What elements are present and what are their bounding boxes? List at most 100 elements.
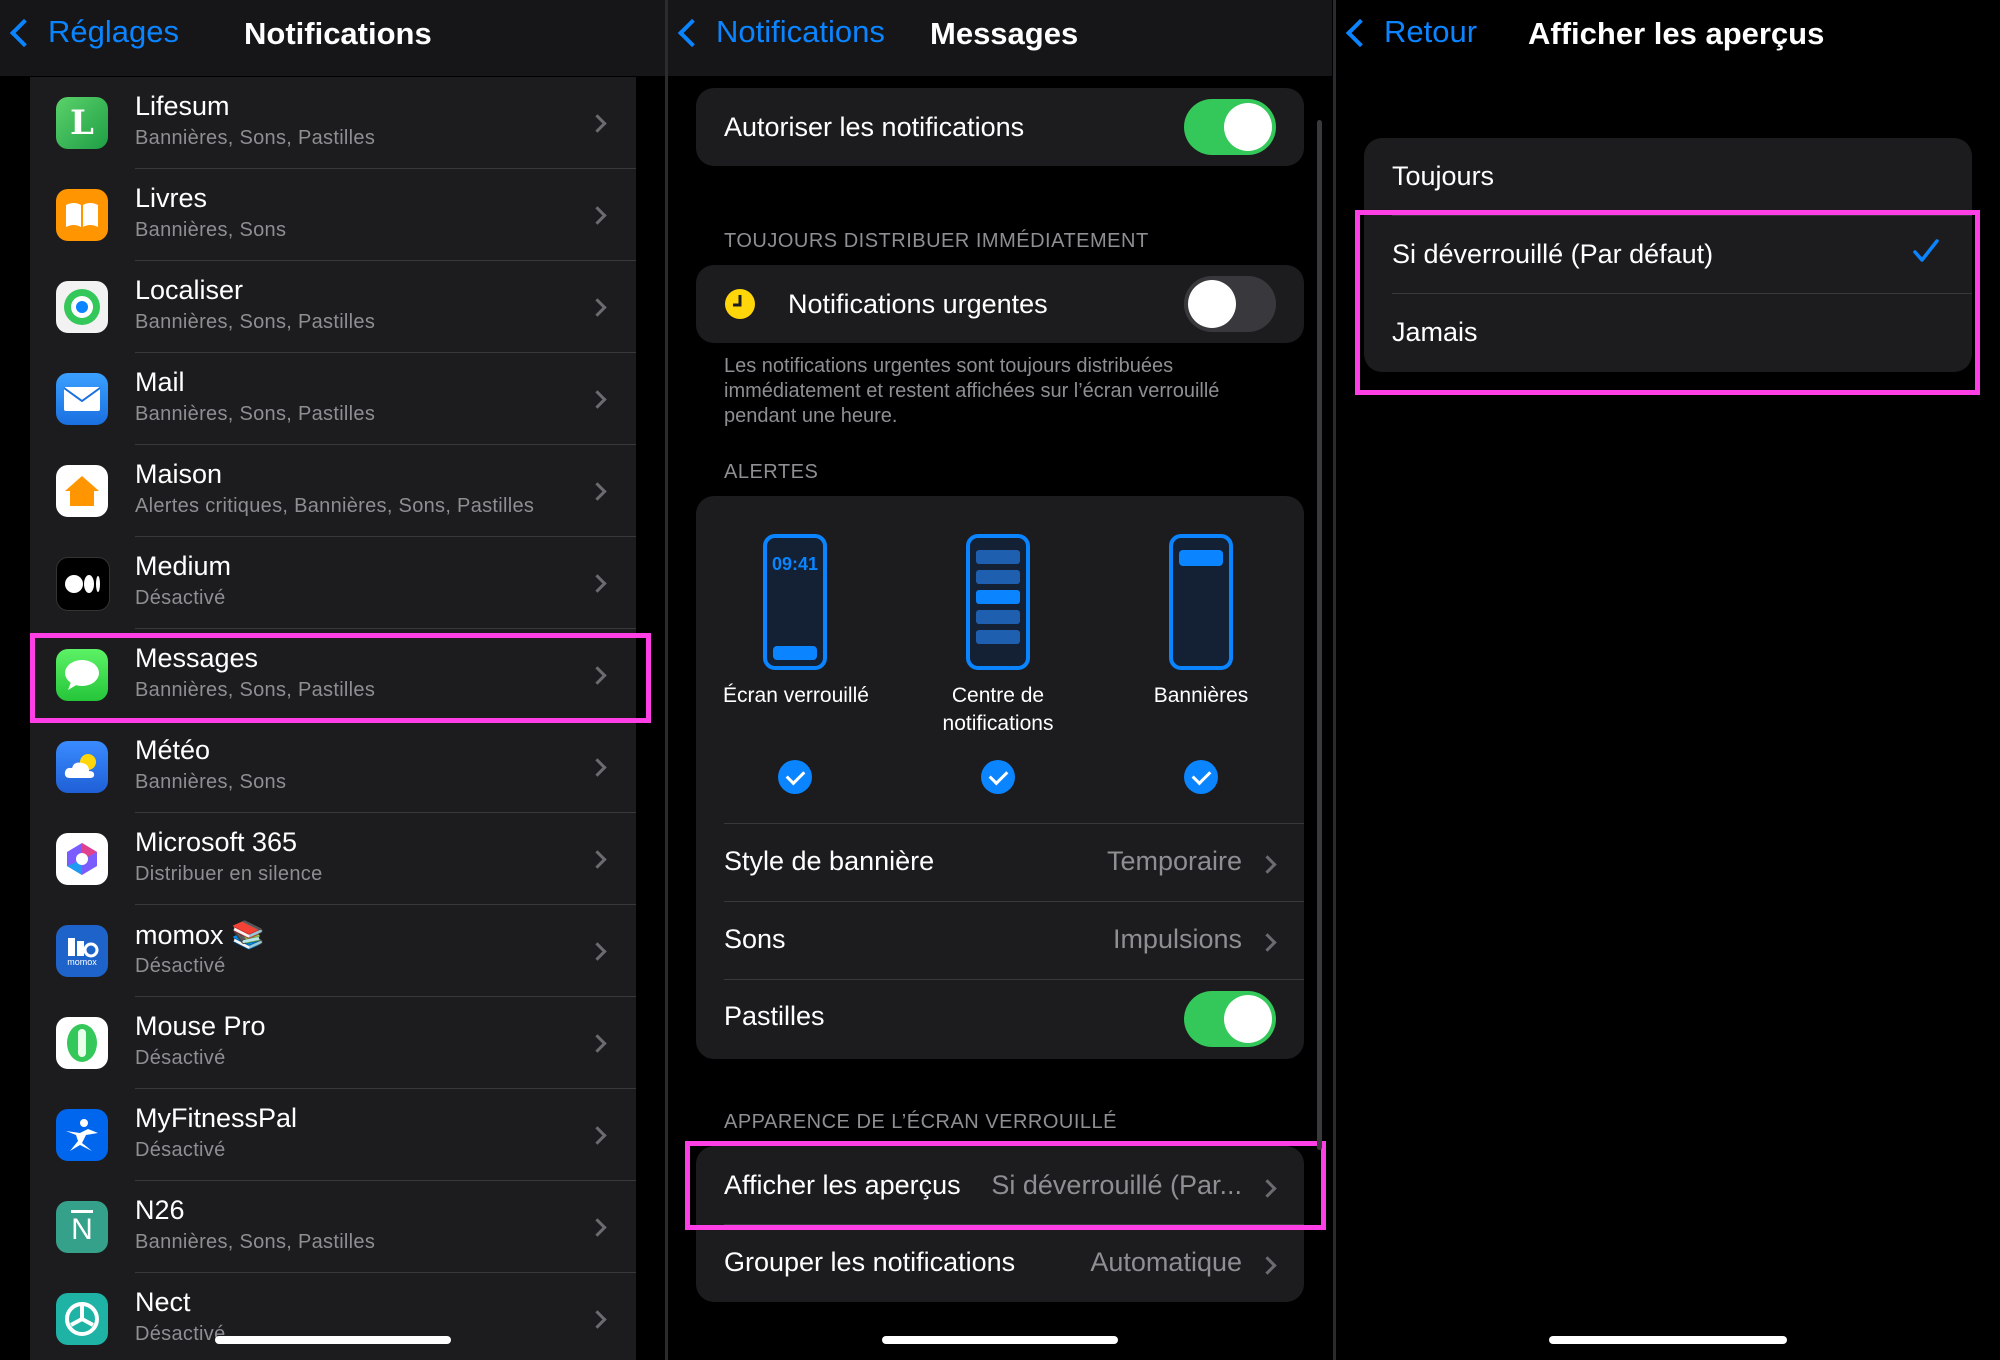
app-detail: Bannières, Sons — [135, 771, 287, 793]
app-detail: Distribuer en silence — [135, 863, 323, 885]
app-name: Localiser — [135, 275, 244, 305]
alert-label-banners: Bannières — [1153, 684, 1249, 707]
list-item-myfitnesspal[interactable]: MyFitnessPal Désactivé — [30, 1089, 636, 1181]
banner-style-row[interactable]: Style de bannière Temporaire — [696, 824, 1304, 901]
list-item-mouse-pro[interactable]: Mouse Pro Désactivé — [30, 997, 636, 1089]
app-detail: Désactivé — [135, 1047, 226, 1069]
allow-notifications-label: Autoriser les notifications — [724, 112, 1025, 142]
chevron-right-icon — [588, 390, 607, 409]
messages-settings-panel: Notifications Messages Autoriser les not… — [668, 0, 1332, 1360]
app-name: Nect — [135, 1287, 191, 1317]
app-name: Mail — [135, 367, 185, 397]
list-item-localiser[interactable]: Localiser Bannières, Sons, Pastilles — [30, 261, 636, 353]
chevron-right-icon — [588, 1034, 607, 1053]
app-detail: Désactivé — [135, 1323, 226, 1345]
banners-checkbox[interactable] — [1184, 760, 1218, 794]
back-label: Réglages — [48, 14, 179, 49]
section-header-lockscreen: APPARENCE DE L’ÉCRAN VERROUILLÉ — [724, 1111, 1118, 1133]
momox-icon: momox — [56, 925, 108, 977]
nect-icon — [56, 1293, 108, 1345]
chevron-right-icon — [588, 574, 607, 593]
urgent-notifications-label: Notifications urgentes — [788, 289, 1048, 319]
banners-phone-icon[interactable] — [1169, 534, 1233, 670]
back-button-notifications[interactable]: Notifications — [677, 14, 885, 50]
app-detail: Bannières, Sons, Pastilles — [135, 1231, 376, 1253]
app-name: Maison — [135, 459, 223, 489]
app-name: Mouse Pro — [135, 1011, 266, 1041]
mouse-pro-icon — [56, 1017, 108, 1069]
notification-center-checkbox[interactable] — [981, 760, 1015, 794]
page-title: Notifications — [244, 16, 432, 51]
nav-bar: Notifications Messages — [668, 0, 1332, 76]
app-detail: Alertes critiques, Bannières, Sons, Past… — [135, 495, 535, 517]
nav-bar: Retour Afficher les aperçus — [1336, 0, 2000, 76]
app-name: Lifesum — [135, 91, 230, 121]
chevron-left-icon — [9, 18, 39, 48]
show-previews-panel: Retour Afficher les aperçus Toujours Si … — [1336, 0, 2000, 1360]
chevron-right-icon — [588, 1126, 607, 1145]
back-label: Retour — [1384, 14, 1478, 49]
medium-icon — [56, 557, 110, 611]
option-toujours[interactable]: Toujours — [1364, 138, 1972, 215]
chevron-left-icon — [1345, 18, 1375, 48]
list-item-livres[interactable]: Livres Bannières, Sons — [30, 169, 636, 261]
back-button-reglages[interactable]: Réglages — [9, 14, 179, 50]
lifesum-icon: L — [56, 97, 108, 149]
badges-label: Pastilles — [724, 1001, 825, 1031]
lock-screen-checkbox[interactable] — [778, 760, 812, 794]
app-detail: Désactivé — [135, 587, 226, 609]
group-notifications-value: Automatique — [1090, 1247, 1242, 1277]
myfitnesspal-icon — [56, 1109, 108, 1161]
back-button-retour[interactable]: Retour — [1345, 14, 1478, 50]
list-item-medium[interactable]: Medium Désactivé — [30, 537, 636, 629]
sounds-label: Sons — [724, 924, 786, 954]
banner-style-value: Temporaire — [1106, 846, 1242, 876]
group-notifications-row[interactable]: Grouper les notifications Automatique — [696, 1225, 1304, 1302]
urgent-footnote: Les notifications urgentes sont toujours… — [724, 355, 1220, 427]
sounds-value: Impulsions — [1112, 924, 1242, 954]
chevron-right-icon — [588, 942, 607, 961]
section-header-alerts: ALERTES — [724, 461, 819, 483]
back-label: Notifications — [716, 14, 885, 49]
list-item-lifesum[interactable]: L Lifesum Bannières, Sons, Pastilles — [30, 77, 636, 169]
app-detail: Bannières, Sons — [135, 219, 287, 241]
list-item-maison[interactable]: Maison Alertes critiques, Bannières, Son… — [30, 445, 636, 537]
lock-screen-phone-icon[interactable]: 09:41 — [763, 534, 827, 670]
urgent-notifications-row: Notifications urgentes — [696, 265, 1304, 343]
home-indicator — [1549, 1336, 1787, 1344]
sounds-row[interactable]: Sons Impulsions — [696, 902, 1304, 979]
app-name: Medium — [135, 551, 232, 581]
app-name: momox 📚 — [135, 920, 265, 950]
app-name: Météo — [135, 735, 211, 765]
chevron-right-icon — [588, 1218, 607, 1237]
option-label: Toujours — [1392, 161, 1495, 191]
page-title: Messages — [930, 16, 1079, 51]
scrollbar[interactable] — [1317, 120, 1322, 1150]
app-detail: Bannières, Sons, Pastilles — [135, 403, 376, 425]
list-item-n26[interactable]: N N26 Bannières, Sons, Pastilles — [30, 1181, 636, 1273]
alert-label-notification-center: Centre de notifications — [942, 684, 1054, 735]
list-item-meteo[interactable]: Météo Bannières, Sons — [30, 721, 636, 813]
chevron-right-icon — [1258, 855, 1277, 874]
notification-center-phone-icon[interactable] — [966, 534, 1030, 670]
chevron-right-icon — [588, 298, 607, 317]
chevron-right-icon — [1258, 933, 1277, 952]
app-name: MyFitnessPal — [135, 1103, 298, 1133]
chevron-right-icon — [588, 482, 607, 501]
list-item-mail[interactable]: Mail Bannières, Sons, Pastilles — [30, 353, 636, 445]
group-notifications-label: Grouper les notifications — [724, 1247, 1016, 1277]
list-item-microsoft-365[interactable]: Microsoft 365 Distribuer en silence — [30, 813, 636, 905]
app-detail: Bannières, Sons, Pastilles — [135, 127, 376, 149]
home-indicator — [215, 1336, 451, 1344]
section-header-immediate: TOUJOURS DISTRIBUER IMMÉDIATEMENT — [724, 230, 1149, 252]
badges-toggle[interactable] — [1184, 991, 1276, 1047]
app-detail: Désactivé — [135, 955, 226, 977]
books-icon — [56, 189, 108, 241]
list-item-nect[interactable]: Nect Désactivé — [30, 1273, 636, 1360]
allow-notifications-row: Autoriser les notifications — [696, 88, 1304, 166]
allow-notifications-toggle[interactable] — [1184, 99, 1276, 155]
clock-icon — [725, 289, 755, 319]
list-item-momox[interactable]: momox momox 📚 Désactivé — [30, 905, 636, 997]
app-detail: Désactivé — [135, 1139, 226, 1161]
urgent-notifications-toggle[interactable] — [1184, 276, 1276, 332]
